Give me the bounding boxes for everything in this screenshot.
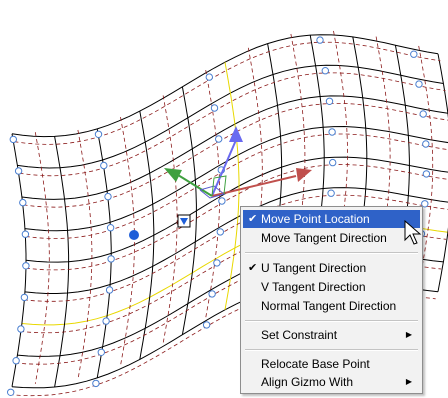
menu-item-label: Normal Tangent Direction bbox=[261, 299, 397, 313]
control-vertex[interactable] bbox=[21, 230, 30, 238]
menu-separator bbox=[245, 349, 418, 351]
control-vertex[interactable] bbox=[325, 97, 334, 106]
submenu-arrow-icon: ▶ bbox=[405, 377, 412, 386]
control-vertex[interactable] bbox=[210, 104, 219, 112]
v-isoline bbox=[181, 86, 197, 335]
control-vertex[interactable] bbox=[104, 192, 112, 201]
control-vertex[interactable] bbox=[12, 357, 20, 365]
menu-item-set-constraint[interactable]: Set Constraint ▶ bbox=[243, 326, 420, 344]
check-icon: ✔ bbox=[248, 213, 258, 225]
menu-separator bbox=[245, 320, 418, 322]
menu-item-label: Move Tangent Direction bbox=[261, 231, 387, 245]
tangent-grip[interactable] bbox=[129, 230, 139, 240]
control-vertex[interactable] bbox=[410, 50, 418, 58]
control-vertex[interactable] bbox=[213, 259, 221, 267]
control-vertex[interactable] bbox=[9, 135, 18, 144]
context-menu: ✔ Move Point Location Move Tangent Direc… bbox=[240, 206, 423, 394]
control-frame-line bbox=[77, 129, 93, 380]
control-vertex[interactable] bbox=[327, 189, 335, 197]
control-vertex[interactable] bbox=[328, 128, 336, 136]
gizmo-z-arrow-icon[interactable] bbox=[229, 126, 243, 142]
menu-item-label: V Tangent Direction bbox=[261, 280, 366, 294]
menu-item-move-tangent-direction[interactable]: Move Tangent Direction bbox=[243, 229, 420, 247]
control-vertex[interactable] bbox=[102, 317, 110, 325]
control-vertex[interactable] bbox=[7, 388, 15, 396]
control-frame-line bbox=[34, 132, 50, 384]
submenu-arrow-icon: ▶ bbox=[405, 330, 412, 339]
control-vertex[interactable] bbox=[422, 170, 431, 178]
menu-separator bbox=[245, 252, 418, 254]
control-vertex[interactable] bbox=[20, 293, 29, 302]
control-vertex[interactable] bbox=[208, 290, 216, 298]
control-vertex[interactable] bbox=[202, 321, 211, 329]
menu-item-label: Move Point Location bbox=[261, 212, 370, 226]
control-vertex[interactable] bbox=[14, 167, 23, 175]
menu-item-v-tangent-direction[interactable]: V Tangent Direction bbox=[243, 278, 420, 296]
control-vertex[interactable] bbox=[22, 262, 30, 270]
control-frame-line bbox=[120, 117, 135, 366]
menu-item-align-gizmo-with[interactable]: Align Gizmo With ▶ bbox=[243, 373, 420, 391]
v-isoline bbox=[224, 62, 240, 310]
gizmo-x-arrow-icon[interactable] bbox=[296, 168, 312, 182]
control-vertex[interactable] bbox=[215, 135, 223, 143]
control-vertex[interactable] bbox=[422, 140, 430, 148]
menu-item-label: Set Constraint bbox=[261, 328, 338, 342]
control-vertex[interactable] bbox=[205, 73, 214, 81]
control-vertex[interactable] bbox=[100, 161, 108, 170]
v-isoline bbox=[139, 111, 155, 360]
control-vertex[interactable] bbox=[321, 67, 329, 75]
control-vertex[interactable] bbox=[218, 197, 226, 205]
control-frame-line bbox=[162, 95, 178, 344]
control-vertex[interactable] bbox=[17, 325, 25, 333]
control-vertex[interactable] bbox=[419, 110, 427, 118]
control-vertex[interactable] bbox=[105, 286, 114, 294]
control-vertex[interactable] bbox=[106, 224, 115, 232]
menu-item-label: Relocate Base Point bbox=[261, 357, 370, 371]
u-isoline bbox=[21, 95, 448, 200]
check-icon: ✔ bbox=[248, 262, 258, 274]
menu-item-relocate-base-point[interactable]: Relocate Base Point bbox=[243, 355, 420, 373]
menu-item-u-tangent-direction[interactable]: ✔ U Tangent Direction bbox=[243, 259, 420, 277]
menu-item-label: U Tangent Direction bbox=[261, 261, 367, 275]
menu-item-move-point-location[interactable]: ✔ Move Point Location bbox=[243, 210, 420, 228]
control-vertex[interactable] bbox=[92, 379, 100, 388]
menu-item-label: Align Gizmo With bbox=[261, 375, 354, 389]
u-isoline bbox=[11, 34, 439, 138]
control-vertex[interactable] bbox=[19, 198, 27, 207]
control-vertex[interactable] bbox=[97, 348, 106, 356]
control-vertex[interactable] bbox=[415, 80, 423, 88]
control-frame-line bbox=[14, 41, 441, 145]
menu-item-normal-tangent-direction[interactable]: Normal Tangent Direction bbox=[243, 297, 420, 315]
gizmo-y-arrow-icon[interactable] bbox=[164, 168, 182, 182]
control-vertex[interactable] bbox=[329, 158, 337, 167]
control-vertex[interactable] bbox=[216, 228, 225, 236]
control-vertex[interactable] bbox=[107, 255, 115, 263]
mouse-pointer-icon bbox=[404, 220, 422, 245]
control-vertex[interactable] bbox=[316, 36, 324, 44]
control-vertex[interactable] bbox=[94, 130, 103, 139]
